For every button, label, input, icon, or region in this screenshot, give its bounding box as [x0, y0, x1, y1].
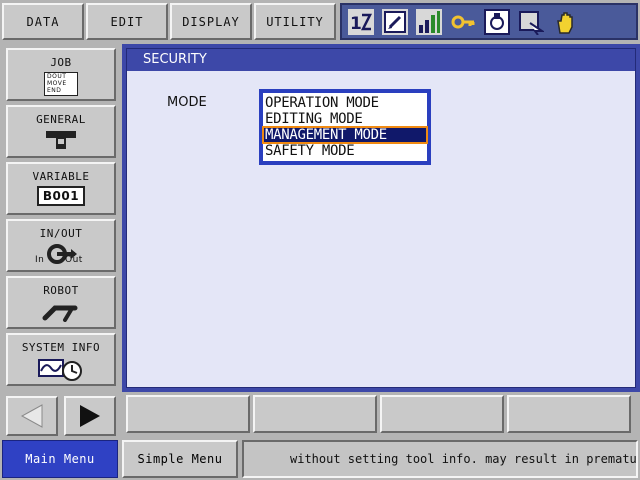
function-key-3[interactable]: [380, 395, 504, 433]
side-button-variable[interactable]: VARIABLE B001: [6, 162, 116, 215]
system-info-icon: [37, 357, 85, 384]
signal-bars-icon[interactable]: [416, 8, 442, 36]
job-icon: DOUT MOVE END: [44, 72, 78, 96]
page-title: SECURITY: [127, 49, 635, 71]
right-arrow-icon: [80, 405, 100, 427]
tool-icon[interactable]: [484, 8, 510, 36]
side-button-system-info[interactable]: SYSTEM INFO: [6, 333, 116, 386]
job-icon-line: DOUT: [47, 73, 67, 80]
job-icon-line: END: [47, 87, 62, 94]
side-button-robot[interactable]: ROBOT: [6, 276, 116, 329]
side-button-label: VARIABLE: [32, 170, 90, 183]
gun-icon: [44, 129, 78, 154]
mode-option-editing[interactable]: EDITING MODE: [263, 111, 427, 127]
coordinate-icon[interactable]: 1: [348, 8, 374, 36]
mode-select-list[interactable]: OPERATION MODE EDITING MODE MANAGEMENT M…: [259, 89, 431, 165]
main-menu-button[interactable]: Main Menu: [2, 440, 118, 478]
side-button-label: SYSTEM INFO: [21, 341, 101, 354]
side-button-label: JOB: [50, 56, 72, 69]
mode-option-safety[interactable]: SAFETY MODE: [263, 143, 427, 159]
function-key-1[interactable]: [126, 395, 250, 433]
top-menu-bar: DATA EDIT DISPLAY UTILITY 1: [0, 0, 640, 44]
main-panel: SECURITY MODE OPERATION MODE EDITING MOD…: [122, 44, 640, 392]
page-forward-button[interactable]: [64, 396, 116, 436]
variable-icon: B001: [36, 186, 86, 206]
status-icon-strip: 1: [340, 3, 638, 40]
simple-menu-button[interactable]: Simple Menu: [122, 440, 238, 478]
status-message: without setting tool info. may result in…: [242, 440, 638, 478]
mode-option-operation[interactable]: OPERATION MODE: [263, 95, 427, 111]
teach-icon[interactable]: [518, 8, 544, 36]
side-button-label: ROBOT: [43, 284, 79, 297]
key-icon[interactable]: [450, 8, 476, 36]
hand-icon[interactable]: [552, 8, 578, 36]
job-icon-line: MOVE: [47, 80, 67, 87]
edit-mode-icon[interactable]: [382, 8, 408, 36]
function-key-bar: [122, 392, 640, 438]
robot-arm-icon: [41, 300, 81, 325]
in-label: In: [35, 255, 45, 265]
function-key-2[interactable]: [253, 395, 377, 433]
svg-text:1: 1: [350, 14, 362, 34]
side-button-label: IN/OUT: [39, 227, 83, 240]
menu-edit-button[interactable]: EDIT: [86, 3, 168, 40]
mode-label: MODE: [167, 95, 207, 110]
mode-option-management[interactable]: MANAGEMENT MODE: [262, 126, 428, 144]
inout-icon: In Out: [35, 243, 87, 267]
menu-display-button[interactable]: DISPLAY: [170, 3, 252, 40]
side-button-inout[interactable]: IN/OUT In Out: [6, 219, 116, 272]
side-button-label: GENERAL: [36, 113, 86, 126]
page-back-button[interactable]: [6, 396, 58, 436]
side-button-general[interactable]: GENERAL: [6, 105, 116, 158]
left-arrow-icon: [20, 404, 43, 428]
status-bar: Main Menu Simple Menu without setting to…: [0, 438, 640, 480]
side-button-job[interactable]: JOB DOUT MOVE END: [6, 48, 116, 101]
menu-data-button[interactable]: DATA: [2, 3, 84, 40]
security-window: SECURITY MODE OPERATION MODE EDITING MOD…: [126, 48, 636, 388]
function-key-4[interactable]: [507, 395, 631, 433]
side-menu: JOB DOUT MOVE END GENERAL VARIABLE B001 …: [0, 44, 122, 438]
out-label: Out: [65, 255, 83, 265]
menu-utility-button[interactable]: UTILITY: [254, 3, 336, 40]
